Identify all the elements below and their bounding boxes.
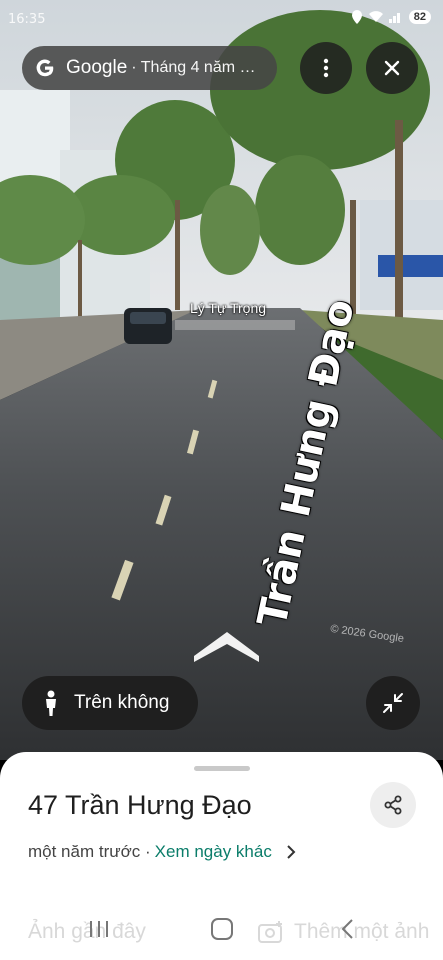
google-g-icon	[36, 59, 54, 77]
location-icon	[351, 10, 362, 24]
capture-info: một năm trước · Xem ngày khác	[28, 842, 296, 862]
close-button[interactable]	[366, 42, 418, 94]
share-button[interactable]	[370, 782, 416, 828]
sky-view-button[interactable]: Trên không	[22, 676, 198, 730]
cross-street-label: Lý Tự Trọng	[190, 300, 267, 316]
person-icon	[46, 690, 56, 716]
street-view-title-pill[interactable]: Google · Tháng 4 năm …	[22, 46, 277, 90]
system-nav-bar	[0, 908, 443, 948]
home-icon	[211, 918, 233, 940]
address-title: 47 Trần Hưng Đạo	[28, 790, 252, 820]
close-icon	[384, 60, 400, 76]
capture-age: một năm trước ·	[28, 842, 151, 861]
sheet-drag-handle[interactable]	[194, 766, 250, 771]
wifi-icon	[368, 11, 383, 22]
status-time: 16:35	[8, 12, 46, 27]
recent-apps-icon	[90, 921, 108, 937]
battery-indicator: 82	[408, 10, 431, 24]
street-view-image	[0, 0, 443, 760]
other-dates-link[interactable]: Xem ngày khác	[155, 842, 272, 862]
more-vert-icon	[323, 58, 329, 78]
more-options-button[interactable]	[300, 42, 352, 94]
collapse-button[interactable]	[366, 676, 420, 730]
capture-date-label: · Tháng 4 năm …	[131, 59, 256, 76]
back-icon	[341, 919, 353, 939]
home-button[interactable]	[207, 914, 237, 944]
back-button[interactable]	[332, 914, 362, 944]
status-bar: 16:35 82	[0, 8, 443, 32]
chevron-right-icon[interactable]	[286, 845, 296, 859]
brand-label: Google	[66, 57, 128, 78]
collapse-icon	[383, 693, 403, 713]
share-icon	[384, 795, 402, 815]
signal-icon	[388, 13, 400, 23]
street-view-scene[interactable]: Lý Tự Trọng Trần Hưng Đạo © 2026 Google	[0, 0, 443, 760]
recent-apps-button[interactable]	[84, 914, 114, 944]
sky-view-label: Trên không	[74, 692, 170, 713]
status-icons: 82	[351, 10, 431, 24]
